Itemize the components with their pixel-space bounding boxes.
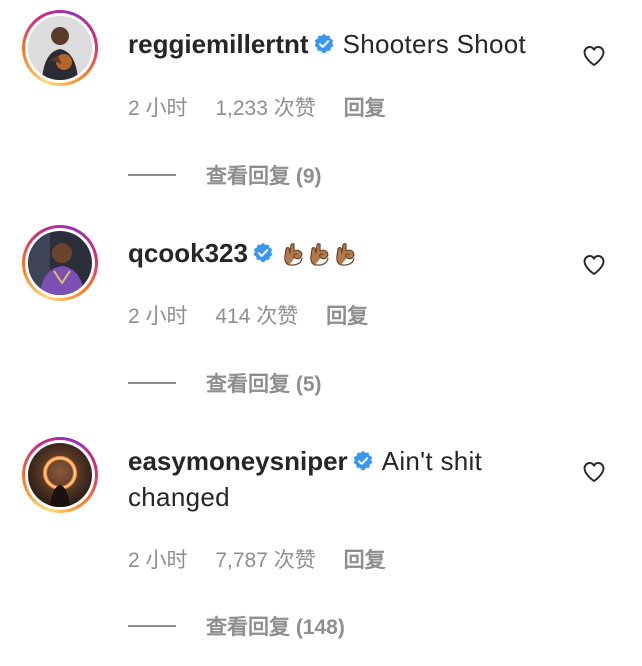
view-replies-label: 查看回复 (5) bbox=[206, 373, 322, 396]
username[interactable]: reggiemillertnt bbox=[128, 29, 309, 59]
timestamp: 2 小时 bbox=[128, 305, 188, 328]
qcook323-avatar-image bbox=[28, 231, 92, 295]
heart-outline-icon[interactable] bbox=[582, 253, 606, 277]
replies-divider bbox=[128, 625, 176, 627]
like-count[interactable]: 414 次赞 bbox=[215, 305, 298, 328]
comment-meta: 2 小时 1,233 次赞 回复 bbox=[128, 92, 408, 122]
view-replies-button[interactable]: 查看回复 (9) bbox=[128, 160, 322, 190]
view-replies-label: 查看回复 (148) bbox=[206, 616, 345, 639]
comment-meta: 2 小时 7,787 次赞 回复 bbox=[128, 544, 408, 574]
like-count[interactable]: 7,787 次赞 bbox=[215, 549, 315, 572]
heart-outline-icon[interactable] bbox=[582, 44, 606, 68]
avatar[interactable] bbox=[22, 10, 98, 86]
avatar[interactable] bbox=[22, 437, 98, 513]
easymoneysniper-avatar-image bbox=[28, 443, 92, 507]
username[interactable]: qcook323 bbox=[128, 238, 248, 268]
like-count[interactable]: 1,233 次赞 bbox=[215, 97, 315, 120]
ok-hand-emoji bbox=[284, 243, 303, 266]
timestamp: 2 小时 bbox=[128, 97, 188, 120]
verified-badge-icon bbox=[353, 450, 373, 471]
emoji-row bbox=[282, 238, 360, 268]
heart-outline-icon[interactable] bbox=[582, 460, 606, 484]
replies-divider bbox=[128, 382, 176, 384]
comment-body: reggiemillertnt Shooters Shoot bbox=[128, 26, 568, 62]
timestamp: 2 小时 bbox=[128, 549, 188, 572]
ok-hand-emoji bbox=[336, 243, 355, 266]
verified-badge-icon bbox=[314, 33, 334, 54]
comment-meta: 2 小时 414 次赞 回复 bbox=[128, 300, 390, 330]
replies-divider bbox=[128, 174, 176, 176]
ok-hand-emoji bbox=[310, 243, 329, 266]
comment-body: easymoneysniper Ain't shit changed bbox=[128, 443, 568, 515]
reply-button[interactable]: 回复 bbox=[326, 305, 368, 328]
view-replies-button[interactable]: 查看回复 (148) bbox=[128, 611, 345, 641]
reply-button[interactable]: 回复 bbox=[344, 97, 386, 120]
comment-text: Shooters Shoot bbox=[342, 29, 527, 59]
comment-body: qcook323 bbox=[128, 235, 568, 271]
avatar[interactable] bbox=[22, 225, 98, 301]
view-replies-button[interactable]: 查看回复 (5) bbox=[128, 368, 322, 398]
verified-badge-icon bbox=[253, 242, 273, 263]
reply-button[interactable]: 回复 bbox=[344, 549, 386, 572]
view-replies-label: 查看回复 (9) bbox=[206, 165, 322, 188]
username[interactable]: easymoneysniper bbox=[128, 446, 348, 476]
reggiemillertnt-avatar-image bbox=[28, 16, 92, 80]
